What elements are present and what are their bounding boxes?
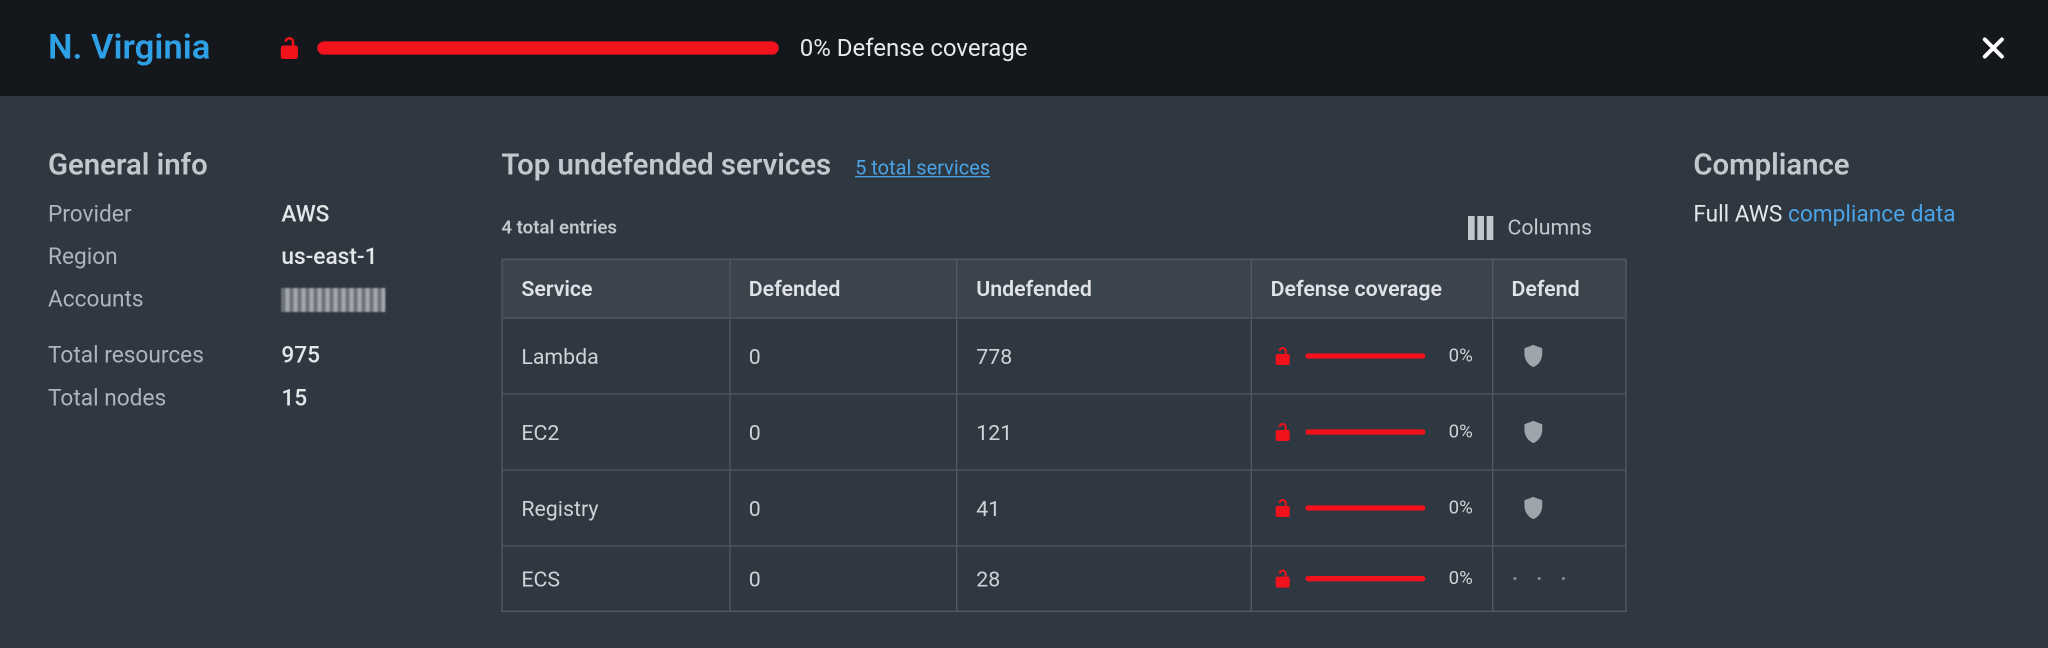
cell-undefended: 121 bbox=[957, 394, 1251, 470]
compliance-section: Compliance Full AWS compliance data bbox=[1693, 149, 2000, 612]
shield-icon bbox=[1519, 341, 1546, 370]
undefended-services-title: Top undefended services bbox=[501, 149, 831, 182]
coverage-mini-bar bbox=[1305, 505, 1425, 510]
defend-shield-button[interactable] bbox=[1511, 411, 1554, 454]
cell-coverage: 0% bbox=[1251, 546, 1492, 611]
cell-defended: 0 bbox=[729, 470, 956, 546]
kv-key: Accounts bbox=[48, 287, 281, 314]
table-row: Lambda0778 0% bbox=[502, 318, 1626, 394]
content-panel: General info Provider AWS Region us-east… bbox=[0, 96, 2048, 612]
total-services-link[interactable]: 5 total services bbox=[855, 156, 990, 180]
kv-val: 975 bbox=[281, 343, 320, 370]
table-row: Registry041 0% bbox=[502, 470, 1626, 546]
cell-defended: 0 bbox=[729, 394, 956, 470]
cell-defended: 0 bbox=[729, 318, 956, 394]
kv-row-accounts: Accounts bbox=[48, 287, 435, 314]
coverage-pct: 0% bbox=[1435, 568, 1472, 589]
defend-shield-button[interactable] bbox=[1511, 487, 1554, 530]
kv-row-total-nodes: Total nodes 15 bbox=[48, 385, 435, 412]
kv-key: Region bbox=[48, 244, 281, 271]
general-info-section: General info Provider AWS Region us-east… bbox=[48, 149, 435, 612]
coverage-text: 0% Defense coverage bbox=[800, 34, 1028, 62]
undefended-services-section: Top undefended services 5 total services… bbox=[501, 149, 1626, 612]
cell-defended: 0 bbox=[729, 546, 956, 611]
coverage-mini-bar bbox=[1305, 429, 1425, 434]
columns-icon bbox=[1467, 215, 1494, 239]
kv-row-region: Region us-east-1 bbox=[48, 244, 435, 271]
coverage-pct: 0% bbox=[1435, 345, 1472, 366]
services-table: Service Defended Undefended Defense cove… bbox=[501, 259, 1626, 612]
cell-service: Registry bbox=[502, 470, 729, 546]
cell-defend bbox=[1492, 318, 1626, 394]
coverage-mini-bar bbox=[1305, 353, 1425, 358]
col-defended[interactable]: Defended bbox=[729, 259, 956, 318]
cell-undefended: 41 bbox=[957, 470, 1251, 546]
cell-service: ECS bbox=[502, 546, 729, 611]
compliance-prefix: Full AWS bbox=[1693, 201, 1788, 228]
col-defend: Defend bbox=[1492, 259, 1626, 318]
total-entries-label: 4 total entries bbox=[501, 217, 617, 238]
cell-service: Lambda bbox=[502, 318, 729, 394]
kv-row-total-resources: Total resources 975 bbox=[48, 343, 435, 370]
table-row: EC20121 0% bbox=[502, 394, 1626, 470]
cell-defend bbox=[1492, 394, 1626, 470]
col-coverage[interactable]: Defense coverage bbox=[1251, 259, 1492, 318]
col-service[interactable]: Service bbox=[502, 259, 729, 318]
columns-label: Columns bbox=[1507, 215, 1592, 240]
shield-icon bbox=[1519, 417, 1546, 446]
kv-key: Total nodes bbox=[48, 385, 281, 412]
table-header-row: Service Defended Undefended Defense cove… bbox=[502, 259, 1626, 318]
more-menu-icon[interactable]: · · · bbox=[1511, 563, 1572, 595]
kv-key: Total resources bbox=[48, 343, 281, 370]
compliance-text: Full AWS compliance data bbox=[1693, 201, 2000, 228]
compliance-title: Compliance bbox=[1693, 149, 2000, 182]
coverage-pct: 0% bbox=[1435, 421, 1472, 442]
cell-coverage: 0% bbox=[1251, 470, 1492, 546]
coverage-bar bbox=[317, 41, 778, 54]
region-title: N. Virginia bbox=[48, 28, 210, 68]
cell-service: EC2 bbox=[502, 394, 729, 470]
compliance-link[interactable]: compliance data bbox=[1788, 201, 1956, 228]
general-info-title: General info bbox=[48, 149, 435, 182]
cell-coverage: 0% bbox=[1251, 318, 1492, 394]
table-row: ECS028 0% · · · bbox=[502, 546, 1626, 611]
cell-coverage: 0% bbox=[1251, 394, 1492, 470]
cell-defend: · · · bbox=[1492, 546, 1626, 611]
cell-defend bbox=[1492, 470, 1626, 546]
defend-shield-button[interactable] bbox=[1511, 335, 1554, 378]
unlocked-icon bbox=[1271, 420, 1295, 444]
shield-icon bbox=[1519, 493, 1546, 522]
kv-key: Provider bbox=[48, 201, 281, 228]
kv-val: 15 bbox=[281, 385, 307, 412]
unlocked-icon bbox=[1271, 344, 1295, 368]
columns-button[interactable]: Columns bbox=[1467, 215, 1626, 240]
kv-val: us-east-1 bbox=[281, 244, 377, 271]
kv-val: AWS bbox=[281, 201, 329, 228]
coverage-mini-bar bbox=[1305, 576, 1425, 581]
cell-undefended: 28 bbox=[957, 546, 1251, 611]
unlocked-icon bbox=[274, 33, 303, 62]
kv-row-provider: Provider AWS bbox=[48, 201, 435, 228]
close-button[interactable] bbox=[1979, 33, 2008, 62]
cell-undefended: 778 bbox=[957, 318, 1251, 394]
topbar: N. Virginia 0% Defense coverage bbox=[0, 0, 2048, 96]
unlocked-icon bbox=[1271, 567, 1295, 591]
unlocked-icon bbox=[1271, 496, 1295, 520]
col-undefended[interactable]: Undefended bbox=[957, 259, 1251, 318]
coverage-pct: 0% bbox=[1435, 497, 1472, 518]
redacted-value bbox=[281, 288, 385, 312]
coverage-block: 0% Defense coverage bbox=[274, 33, 1027, 62]
